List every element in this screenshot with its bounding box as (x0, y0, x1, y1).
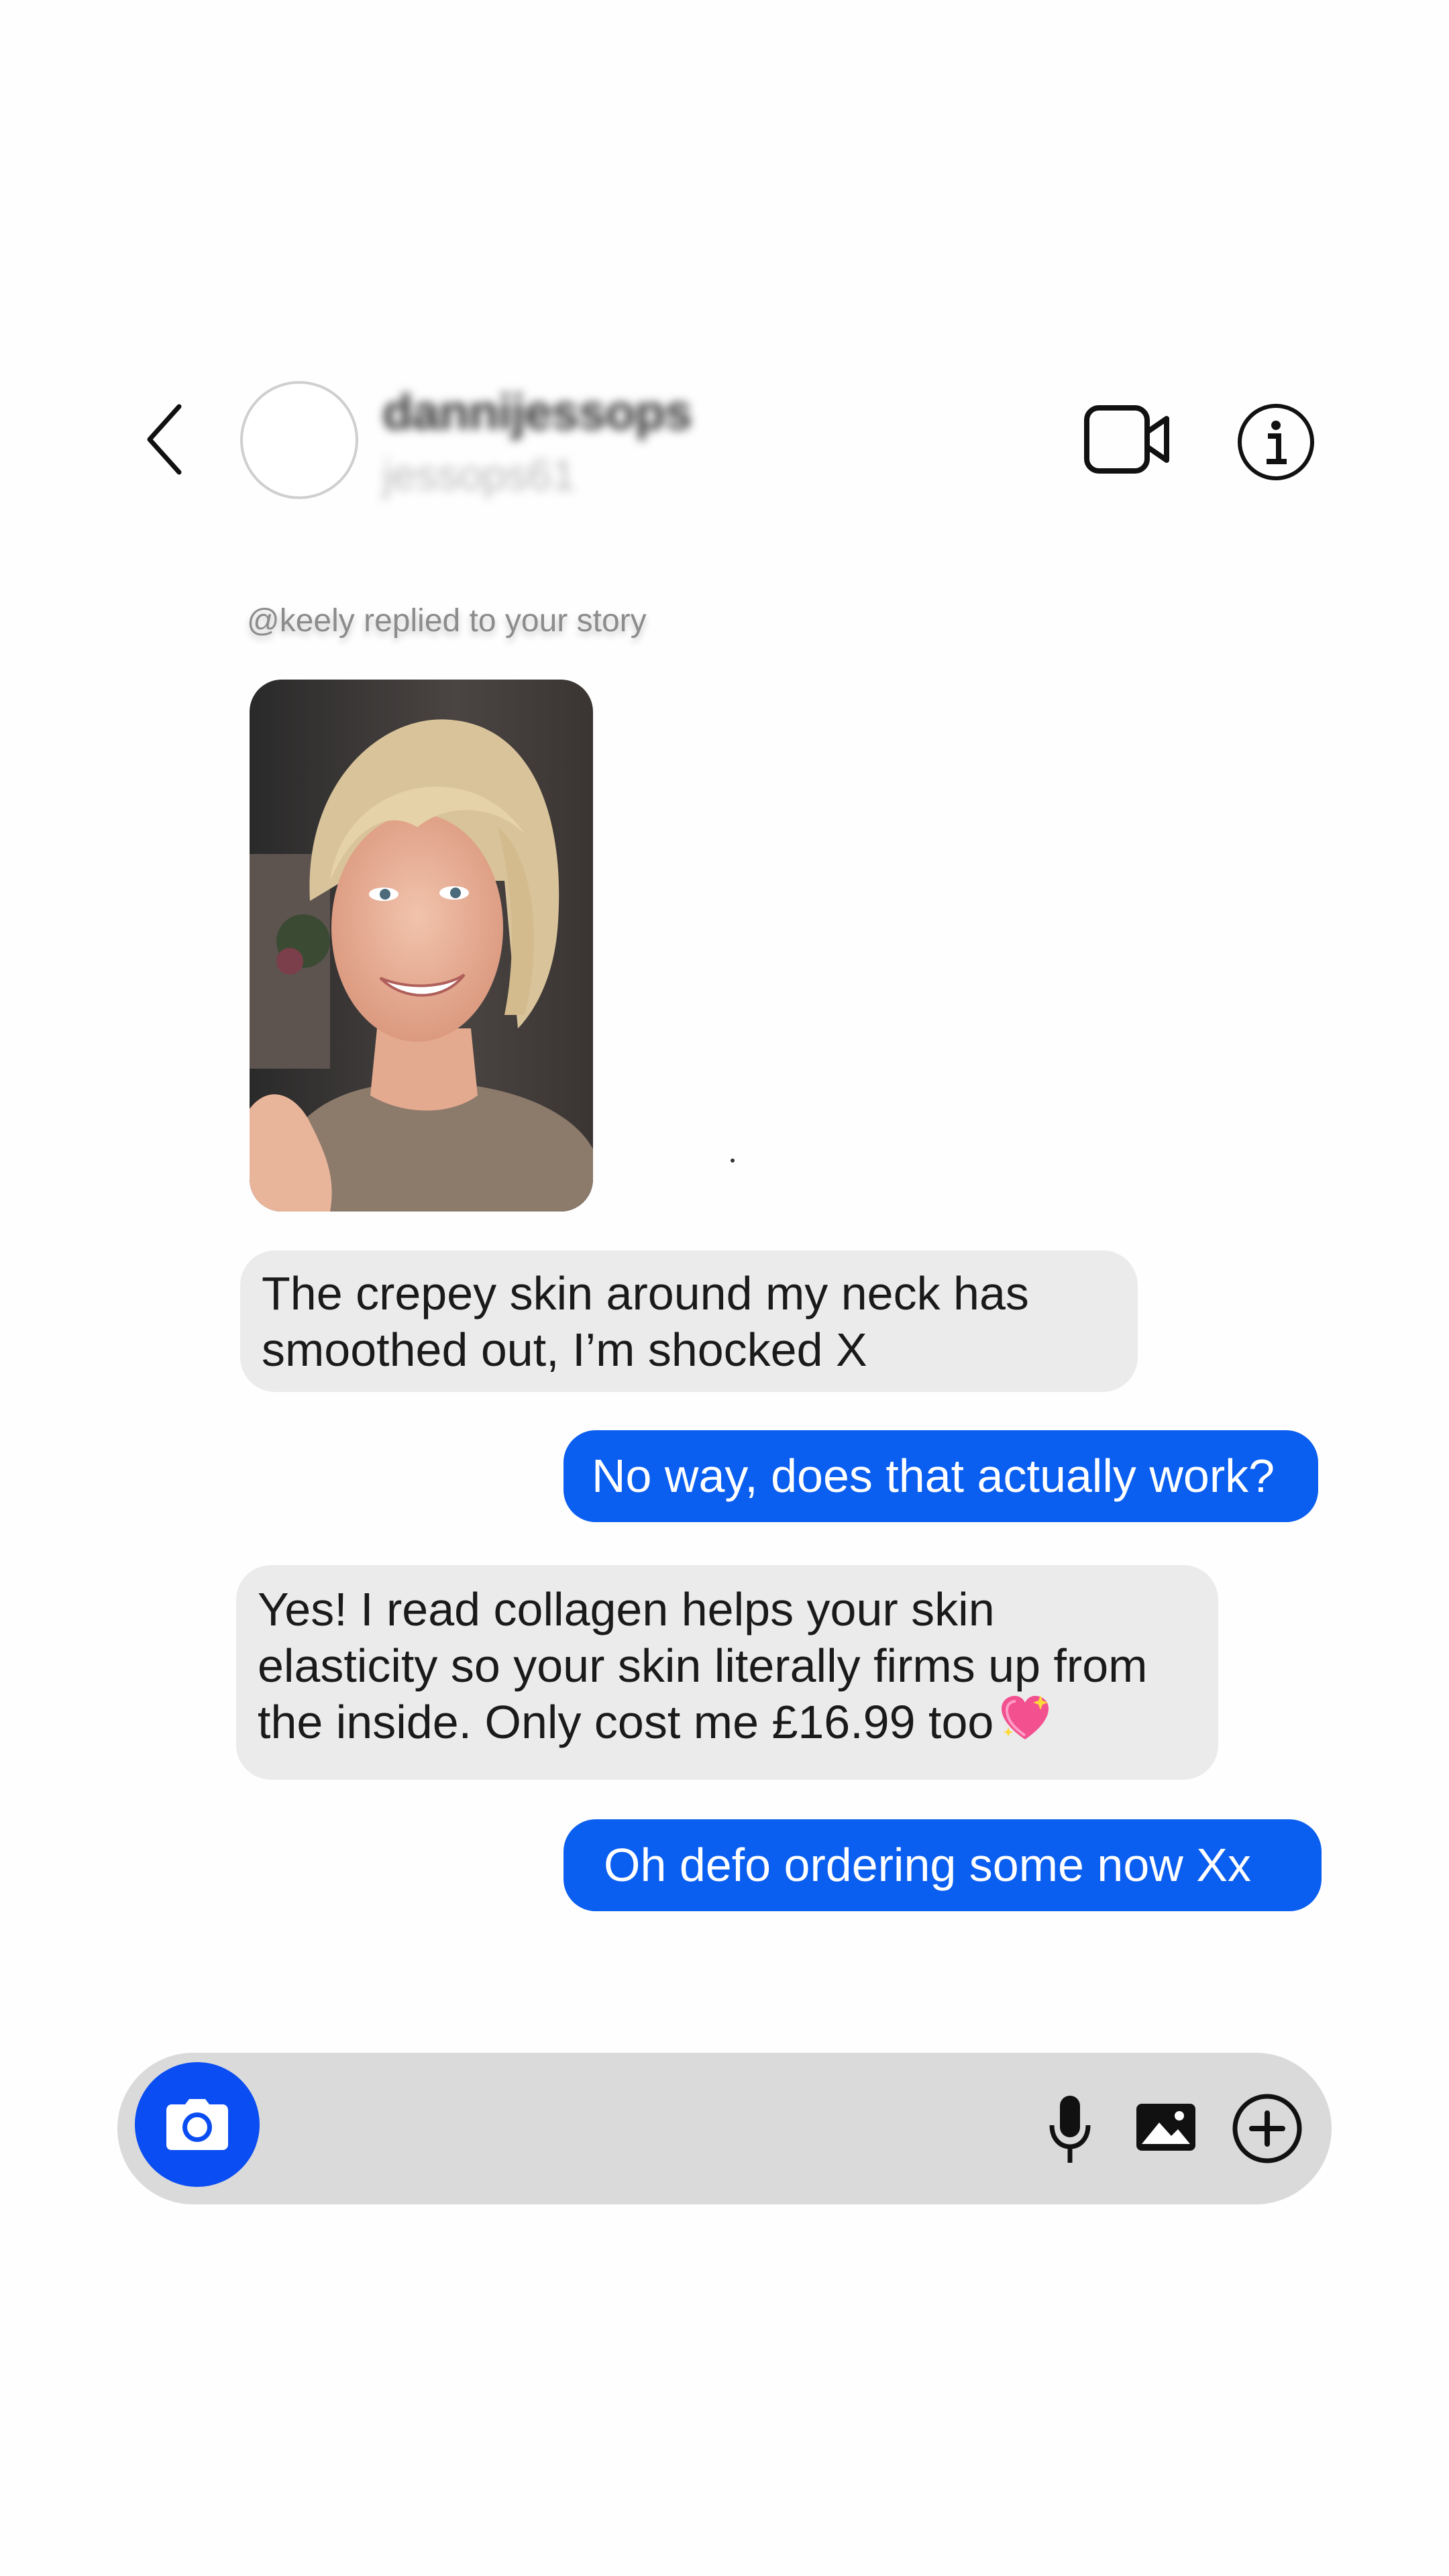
info-icon (1238, 404, 1314, 480)
back-button[interactable] (138, 396, 191, 483)
message-incoming[interactable]: Yes! I read collagen helps your skin ela… (236, 1565, 1218, 1780)
microphone-icon (1049, 2096, 1091, 2163)
message-line: elasticity so your skin literally firms … (258, 1640, 1148, 1692)
chevron-left-icon (147, 404, 182, 475)
video-call-button[interactable] (1083, 402, 1171, 476)
plus-circle-icon (1232, 2094, 1302, 2163)
sparkling-heart-icon (1002, 1695, 1049, 1739)
gallery-button[interactable] (1134, 2098, 1198, 2156)
gallery-icon (1136, 2104, 1195, 2151)
message-outgoing[interactable]: Oh defo ordering some now Xx (564, 1819, 1322, 1911)
message-incoming[interactable]: The crepey skin around my neck has smoot… (240, 1250, 1138, 1392)
microphone-button[interactable] (1046, 2093, 1093, 2167)
message-outgoing[interactable]: No way, does that actually work? (564, 1430, 1318, 1522)
message-line: smoothed out, I’m shocked X (262, 1324, 867, 1376)
contact-display-name: dannijessops (382, 384, 692, 440)
contact-username: jessops61 (382, 451, 576, 499)
message-line: the inside. Only cost me £16.99 too (258, 1694, 1197, 1750)
video-camera-icon (1084, 405, 1169, 474)
story-reply-note: @keely replied to your story (247, 603, 647, 639)
story-thumbnail[interactable] (250, 680, 593, 1212)
info-button[interactable] (1236, 402, 1316, 482)
avatar[interactable] (240, 381, 358, 499)
camera-icon (166, 2099, 228, 2150)
camera-button[interactable] (135, 2062, 260, 2187)
stray-dot (731, 1159, 735, 1163)
story-photo (250, 680, 593, 1212)
add-attachment-button[interactable] (1232, 2093, 1303, 2164)
message-line: Yes! I read collagen helps your skin (258, 1583, 995, 1635)
contact-name-block[interactable]: dannijessops jessops61 (382, 384, 692, 500)
message-line-text: the inside. Only cost me £16.99 too (258, 1696, 994, 1748)
message-text: Oh defo ordering some now Xx (604, 1839, 1251, 1891)
message-line: The crepey skin around my neck has (262, 1267, 1029, 1320)
message-text: No way, does that actually work? (592, 1450, 1275, 1502)
